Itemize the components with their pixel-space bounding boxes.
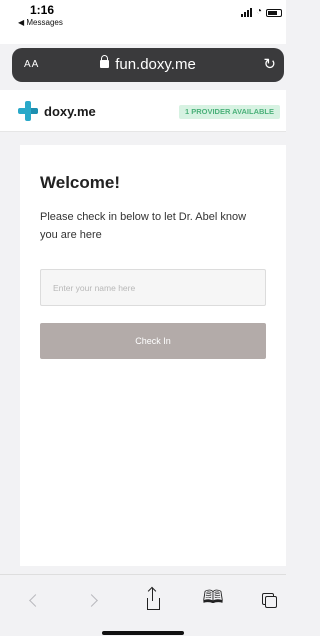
reload-icon[interactable]: ↻ — [263, 55, 276, 73]
site-header: doxy.me 1 PROVIDER AVAILABLE — [0, 90, 286, 132]
provider-status-badge: 1 PROVIDER AVAILABLE — [178, 105, 280, 119]
checkin-message: Please check in below to let Dr. Abel kn… — [40, 211, 247, 241]
address-bar[interactable]: AA fun.doxy.me ↻ — [12, 48, 284, 82]
browser-toolbar: 🕮 — [0, 574, 286, 636]
doxy-logo-icon — [18, 101, 38, 121]
tabs-icon[interactable] — [254, 585, 284, 615]
logo-text: doxy.me — [44, 104, 96, 119]
name-input[interactable] — [40, 269, 266, 306]
status-icons: ◔ — [240, 5, 282, 17]
url-text: fun.doxy.me — [115, 56, 196, 73]
back-icon[interactable] — [18, 585, 48, 615]
url-display[interactable]: fun.doxy.me — [12, 55, 284, 73]
checkin-card: Welcome! Please check in below to let Dr… — [20, 145, 286, 566]
bookmarks-icon[interactable]: 🕮 — [198, 585, 228, 615]
share-icon[interactable] — [138, 585, 168, 615]
signal-icon — [240, 8, 252, 17]
lock-icon — [100, 55, 110, 68]
status-bar: 1:16 ◀ Messages ◔ — [0, 0, 286, 44]
home-indicator[interactable] — [102, 631, 184, 635]
phone-screen: 1:16 ◀ Messages ◔ AA fun.doxy.me ↻ doxy.… — [0, 0, 286, 636]
check-in-button[interactable]: Check In — [40, 323, 266, 359]
forward-icon[interactable] — [78, 585, 108, 615]
battery-icon — [266, 9, 282, 17]
back-to-app-link[interactable]: ◀ Messages — [18, 18, 63, 27]
status-time: 1:16 — [30, 3, 55, 17]
page-title: Welcome! — [40, 173, 120, 192]
wifi-icon: ◔ — [255, 6, 262, 17]
